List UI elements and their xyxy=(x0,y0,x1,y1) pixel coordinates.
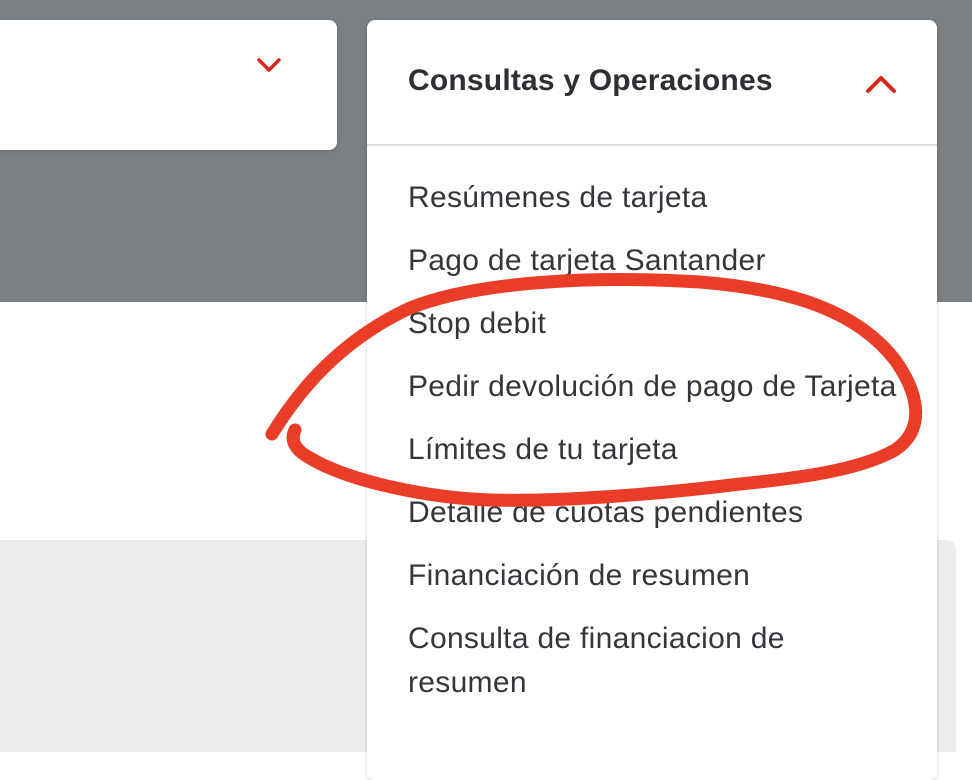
consultas-operaciones-menu: Consultas y Operaciones Resúmenes de tar… xyxy=(367,20,937,780)
menu-header[interactable]: Consultas y Operaciones xyxy=(367,20,937,146)
menu-item-financiacion-de-resumen[interactable]: Financiación de resumen xyxy=(408,554,908,598)
menu-item-pago-de-tarjeta[interactable]: Pago de tarjeta Santander xyxy=(408,239,908,283)
menu-list: Resúmenes de tarjeta Pago de tarjeta San… xyxy=(408,176,908,724)
chevron-down-icon[interactable] xyxy=(256,56,282,74)
menu-item-resumenes-de-tarjeta[interactable]: Resúmenes de tarjeta xyxy=(408,176,908,220)
chevron-up-icon[interactable] xyxy=(865,74,897,94)
menu-item-stop-debit[interactable]: Stop debit xyxy=(408,302,908,346)
menu-item-pedir-devolucion[interactable]: Pedir devolución de pago de Tarjeta xyxy=(408,365,908,409)
menu-title: Consultas y Operaciones xyxy=(408,64,773,97)
collapsed-dropdown-card[interactable] xyxy=(0,20,337,150)
menu-item-limites-de-tarjeta[interactable]: Límites de tu tarjeta xyxy=(408,428,908,472)
menu-item-detalle-de-cuotas[interactable]: Detalle de cuotas pendientes xyxy=(408,491,908,535)
menu-item-consulta-de-financiacion[interactable]: Consulta de financiacion de resumen xyxy=(408,617,908,705)
